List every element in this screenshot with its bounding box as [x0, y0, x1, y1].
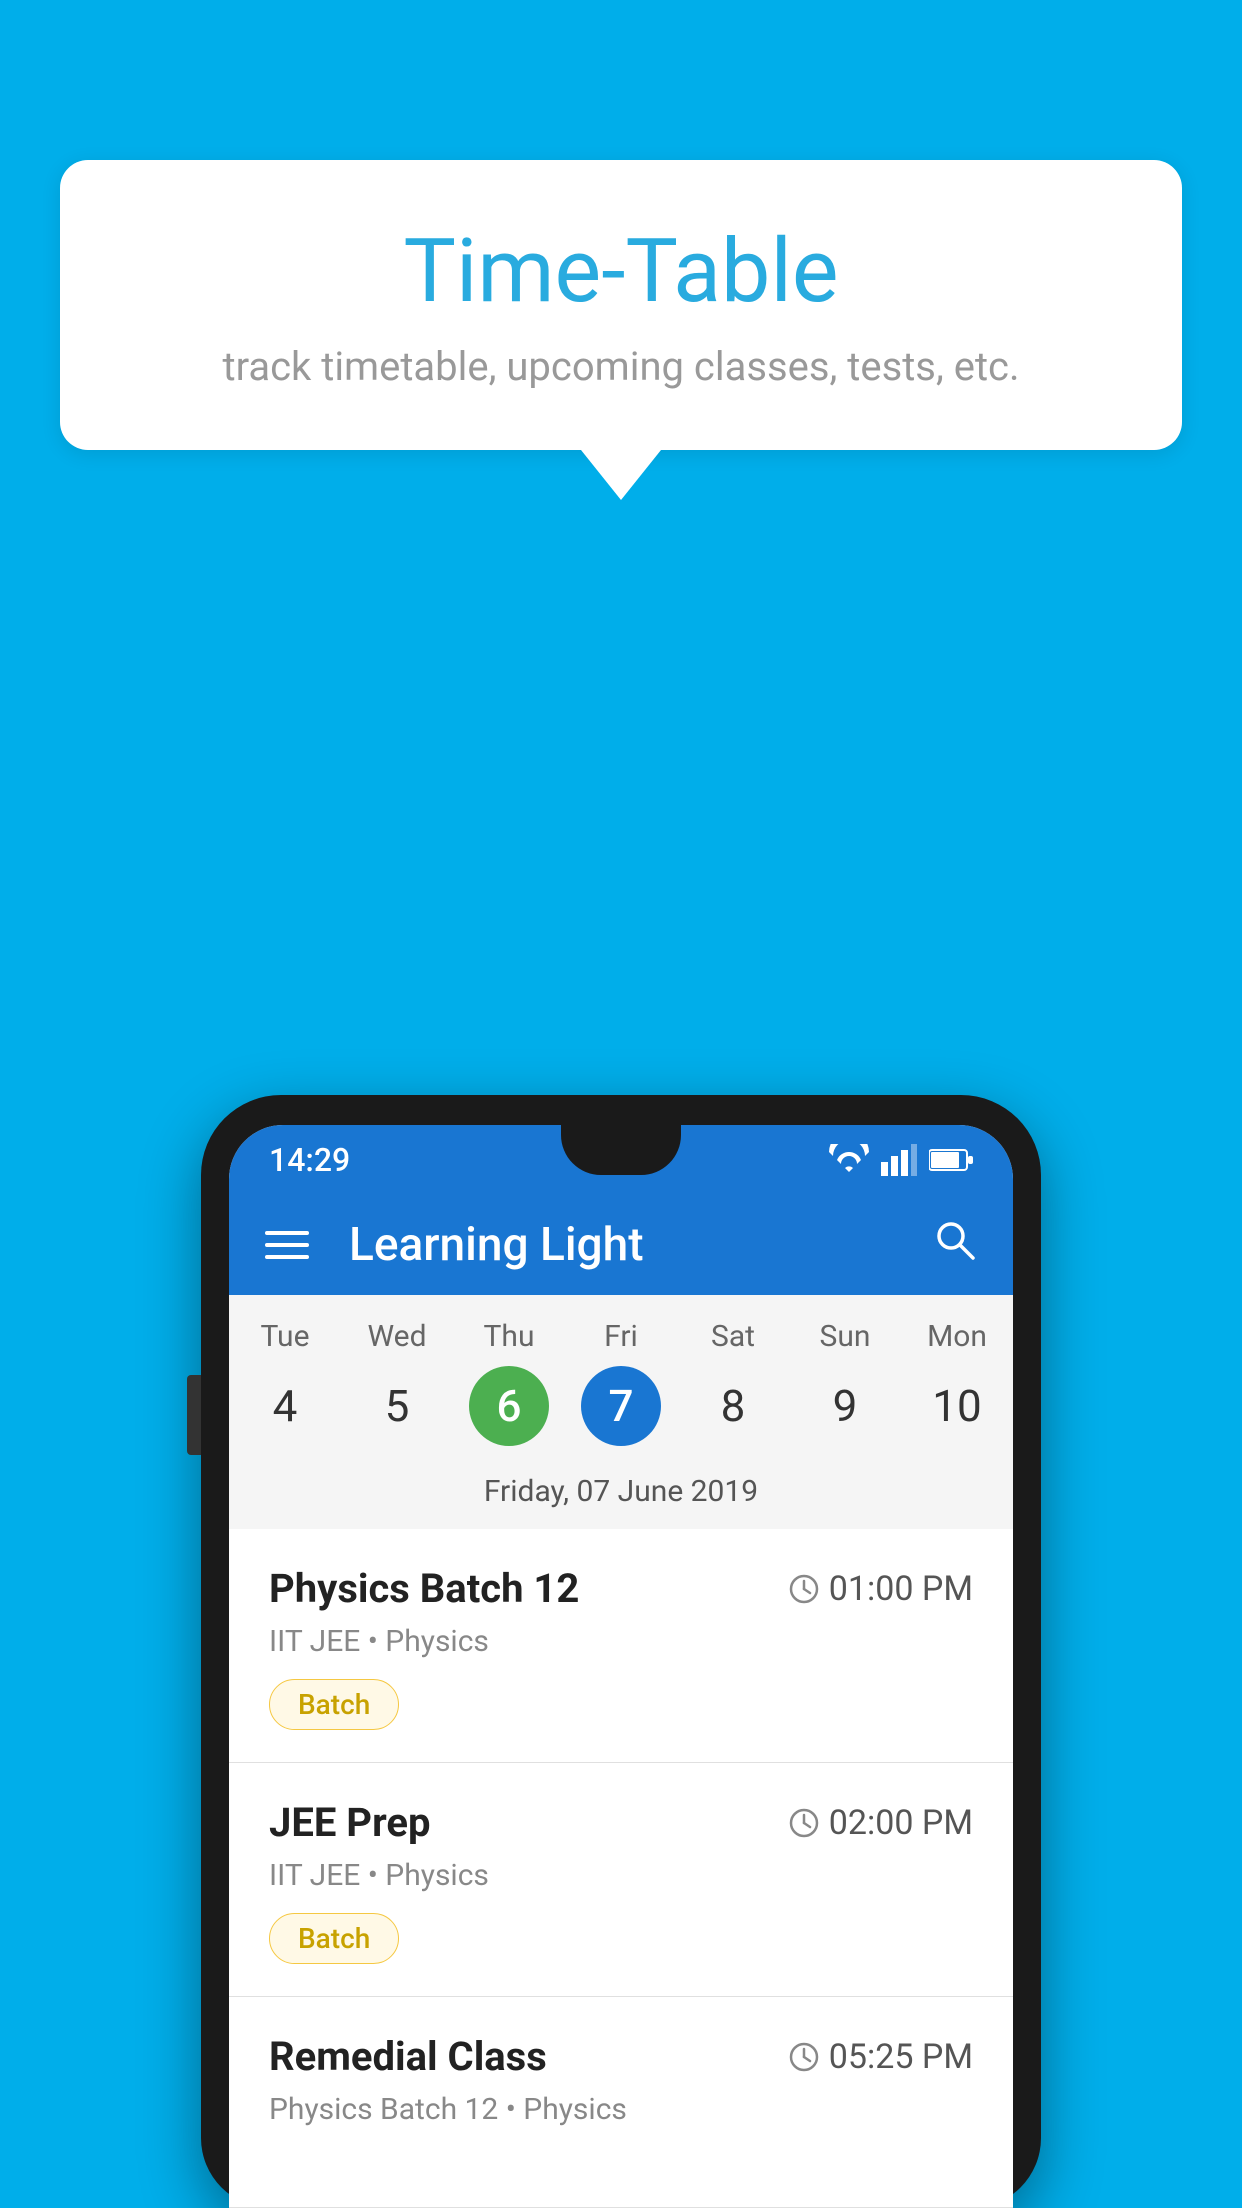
class-card-1[interactable]: Physics Batch 12 01:00 PM IIT JEE • Phys…	[229, 1529, 1013, 1763]
batch-badge-2: Batch	[269, 1913, 399, 1964]
speech-bubble-card: Time-Table track timetable, upcoming cla…	[60, 160, 1182, 450]
class-card-2[interactable]: JEE Prep 02:00 PM IIT JEE • Physics Batc…	[229, 1763, 1013, 1997]
class-time-2: 02:00 PM	[789, 1803, 973, 1843]
classes-list: Physics Batch 12 01:00 PM IIT JEE • Phys…	[229, 1529, 1013, 2208]
day-tue: Tue	[229, 1319, 341, 1354]
dates-row: 4 5 6 7 8 9 10	[229, 1366, 1013, 1466]
wifi-icon	[829, 1144, 869, 1176]
clock-icon-3	[789, 2042, 819, 2072]
date-7[interactable]: 7	[565, 1366, 677, 1446]
date-6[interactable]: 6	[453, 1366, 565, 1446]
class-card-3-header: Remedial Class 05:25 PM	[269, 2033, 973, 2080]
class-time-3: 05:25 PM	[789, 2037, 973, 2077]
date-5[interactable]: 5	[341, 1366, 453, 1446]
status-time: 14:29	[269, 1141, 350, 1179]
hero-subtitle: track timetable, upcoming classes, tests…	[140, 343, 1102, 390]
status-icons	[829, 1144, 973, 1176]
class-meta-1: IIT JEE • Physics	[269, 1624, 973, 1659]
status-bar: 14:29	[229, 1125, 1013, 1195]
class-meta-3: Physics Batch 12 • Physics	[269, 2092, 973, 2127]
phone-frame: 14:29	[201, 1095, 1041, 2208]
app-title: Learning Light	[349, 1218, 893, 1272]
signal-icon	[881, 1144, 917, 1176]
day-mon: Mon	[901, 1319, 1013, 1354]
days-row: Tue Wed Thu Fri Sat Sun Mon	[229, 1319, 1013, 1366]
day-thu: Thu	[453, 1319, 565, 1354]
class-name-2: JEE Prep	[269, 1799, 430, 1846]
date-4[interactable]: 4	[229, 1366, 341, 1446]
class-name-3: Remedial Class	[269, 2033, 547, 2080]
speech-bubble-section: Time-Table track timetable, upcoming cla…	[60, 160, 1182, 500]
menu-icon[interactable]	[265, 1231, 309, 1259]
selected-date-label: Friday, 07 June 2019	[229, 1466, 1013, 1529]
search-button[interactable]	[933, 1217, 977, 1274]
class-card-1-header: Physics Batch 12 01:00 PM	[269, 1565, 973, 1612]
day-sat: Sat	[677, 1319, 789, 1354]
speech-bubble-arrow	[581, 450, 661, 500]
app-bar: Learning Light	[229, 1195, 1013, 1295]
phone-mockup: 14:29	[201, 1095, 1041, 2208]
class-card-2-header: JEE Prep 02:00 PM	[269, 1799, 973, 1846]
class-name-1: Physics Batch 12	[269, 1565, 579, 1612]
day-wed: Wed	[341, 1319, 453, 1354]
phone-notch	[561, 1125, 681, 1175]
class-time-1: 01:00 PM	[789, 1569, 973, 1609]
day-sun: Sun	[789, 1319, 901, 1354]
date-10[interactable]: 10	[901, 1366, 1013, 1446]
batch-badge-1: Batch	[269, 1679, 399, 1730]
date-7-circle[interactable]: 7	[581, 1366, 661, 1446]
class-meta-2: IIT JEE • Physics	[269, 1858, 973, 1893]
clock-icon-1	[789, 1574, 819, 1604]
calendar-strip: Tue Wed Thu Fri Sat Sun Mon 4 5 6 7	[229, 1295, 1013, 1529]
clock-icon-2	[789, 1808, 819, 1838]
battery-icon	[929, 1148, 973, 1172]
date-6-circle[interactable]: 6	[469, 1366, 549, 1446]
class-card-3[interactable]: Remedial Class 05:25 PM Physics Batch 12…	[229, 1997, 1013, 2208]
date-8[interactable]: 8	[677, 1366, 789, 1446]
date-9[interactable]: 9	[789, 1366, 901, 1446]
phone-screen: 14:29	[229, 1125, 1013, 2208]
hero-title: Time-Table	[140, 220, 1102, 323]
day-fri: Fri	[565, 1319, 677, 1354]
